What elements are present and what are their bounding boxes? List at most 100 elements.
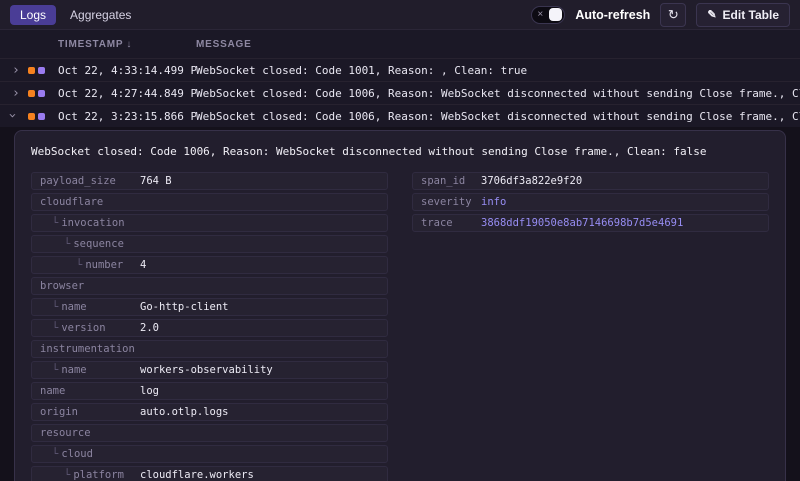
- field-key-text: sequence: [73, 238, 124, 250]
- field-row: resource: [31, 424, 388, 442]
- tree-connector: └: [52, 322, 58, 334]
- view-tabs: Logs Aggregates: [10, 5, 141, 25]
- field-key: cloudflare: [40, 196, 140, 208]
- x-icon: ×: [534, 10, 543, 20]
- field-key: severity: [421, 196, 481, 208]
- log-row[interactable]: › Oct 22, 4:27:44.849 PM WebSocket close…: [0, 81, 800, 104]
- status-dot-orange: [28, 113, 35, 120]
- field-key-text: cloud: [61, 448, 93, 460]
- auto-refresh-label: Auto-refresh: [575, 8, 650, 22]
- sort-desc-icon: ↓: [126, 39, 132, 50]
- toggle-knob: [549, 8, 562, 21]
- edit-table-button[interactable]: ✎ Edit Table: [696, 3, 790, 27]
- refresh-icon: ↻: [668, 7, 679, 23]
- field-row: severity info: [412, 193, 769, 211]
- field-key-text: name: [61, 301, 86, 313]
- field-key: browser: [40, 280, 140, 292]
- status-dot-orange: [28, 67, 35, 74]
- field-key: resource: [40, 427, 140, 439]
- field-key-text: version: [61, 322, 105, 334]
- detail-panel: WebSocket closed: Code 1006, Reason: Web…: [14, 130, 786, 481]
- topbar: Logs Aggregates × Auto-refresh ↻ ✎ Edit …: [0, 0, 800, 30]
- row-expander[interactable]: ›: [8, 87, 28, 100]
- status-dot-orange: [28, 90, 35, 97]
- field-key-text: severity: [421, 196, 472, 208]
- tree-connector: └: [52, 301, 58, 313]
- field-value: 4: [140, 259, 146, 271]
- field-row: origin auto.otlp.logs: [31, 403, 388, 421]
- field-value: cloudflare.workers: [140, 469, 254, 481]
- row-timestamp: Oct 22, 4:27:44.849 PM: [58, 87, 196, 100]
- timestamp-header-label: TIMESTAMP: [58, 39, 123, 50]
- row-expander[interactable]: ›: [8, 64, 28, 77]
- status-dot-purple: [38, 113, 45, 120]
- column-header-timestamp[interactable]: TIMESTAMP↓: [58, 39, 196, 50]
- refresh-button[interactable]: ↻: [660, 3, 686, 27]
- field-row: └invocation: [31, 214, 388, 232]
- field-value[interactable]: 3868ddf19050e8ab7146698b7d5e4691: [481, 217, 683, 229]
- chevron-right-icon: ›: [8, 64, 20, 77]
- field-key-text: payload_size: [40, 175, 116, 187]
- field-row: payload_size 764 B: [31, 172, 388, 190]
- field-value: 764 B: [140, 175, 172, 187]
- field-key-text: instrumentation: [40, 343, 135, 355]
- field-row: └sequence: [31, 235, 388, 253]
- field-row: span_id 3706df3a822e9f20: [412, 172, 769, 190]
- field-row: cloudflare: [31, 193, 388, 211]
- log-row[interactable]: › Oct 22, 4:33:14.499 PM WebSocket close…: [0, 58, 800, 81]
- field-key: └name: [40, 301, 140, 313]
- tree-connector: └: [52, 364, 58, 376]
- field-key: └platform: [40, 469, 140, 481]
- field-key-text: platform: [73, 469, 124, 481]
- field-key: └name: [40, 364, 140, 376]
- row-timestamp: Oct 22, 4:33:14.499 PM: [58, 64, 196, 77]
- field-value: auto.otlp.logs: [140, 406, 229, 418]
- detail-title: WebSocket closed: Code 1006, Reason: Web…: [31, 145, 769, 158]
- field-row: └name Go-http-client: [31, 298, 388, 316]
- tree-connector: └: [64, 469, 70, 481]
- row-message: WebSocket closed: Code 1001, Reason: , C…: [196, 64, 800, 77]
- field-key-text: trace: [421, 217, 453, 229]
- field-key: └sequence: [40, 238, 140, 250]
- status-dot-purple: [38, 67, 45, 74]
- field-key: └number: [40, 259, 140, 271]
- tree-connector: └: [64, 238, 70, 250]
- table-header: TIMESTAMP↓ MESSAGE: [0, 30, 800, 58]
- field-key-text: browser: [40, 280, 84, 292]
- field-key: └version: [40, 322, 140, 334]
- field-value[interactable]: info: [481, 196, 506, 208]
- row-status-dots: [28, 113, 58, 120]
- column-header-message[interactable]: MESSAGE: [196, 39, 800, 50]
- message-header-label: MESSAGE: [196, 39, 252, 50]
- tab-logs[interactable]: Logs: [10, 5, 56, 25]
- field-key: origin: [40, 406, 140, 418]
- log-row[interactable]: › Oct 22, 3:23:15.866 PM WebSocket close…: [0, 104, 800, 127]
- auto-refresh-toggle[interactable]: ×: [531, 6, 565, 24]
- row-expander[interactable]: ›: [8, 110, 28, 123]
- log-table: TIMESTAMP↓ MESSAGE › Oct 22, 4:33:14.499…: [0, 30, 800, 127]
- log-rows: › Oct 22, 4:33:14.499 PM WebSocket close…: [0, 58, 800, 127]
- field-key-text: name: [40, 385, 65, 397]
- field-key: instrumentation: [40, 343, 140, 355]
- row-timestamp: Oct 22, 3:23:15.866 PM: [58, 110, 196, 123]
- field-row: instrumentation: [31, 340, 388, 358]
- status-dot-purple: [38, 90, 45, 97]
- field-key: trace: [421, 217, 481, 229]
- field-key-text: cloudflare: [40, 196, 103, 208]
- field-row: └version 2.0: [31, 319, 388, 337]
- detail-left-fields: payload_size 764 B cloudflare └invocatio…: [31, 172, 388, 481]
- field-key-text: span_id: [421, 175, 465, 187]
- field-row: └name workers-observability: [31, 361, 388, 379]
- row-status-dots: [28, 90, 58, 97]
- tree-connector: └: [76, 259, 82, 271]
- field-key-text: invocation: [61, 217, 124, 229]
- field-row: browser: [31, 277, 388, 295]
- pencil-icon: ✎: [707, 8, 716, 21]
- field-key-text: number: [85, 259, 123, 271]
- detail-columns: payload_size 764 B cloudflare └invocatio…: [31, 172, 769, 481]
- field-row: └number 4: [31, 256, 388, 274]
- field-key-text: origin: [40, 406, 78, 418]
- field-value: Go-http-client: [140, 301, 229, 313]
- tab-aggregates[interactable]: Aggregates: [60, 5, 141, 25]
- tree-connector: └: [52, 217, 58, 229]
